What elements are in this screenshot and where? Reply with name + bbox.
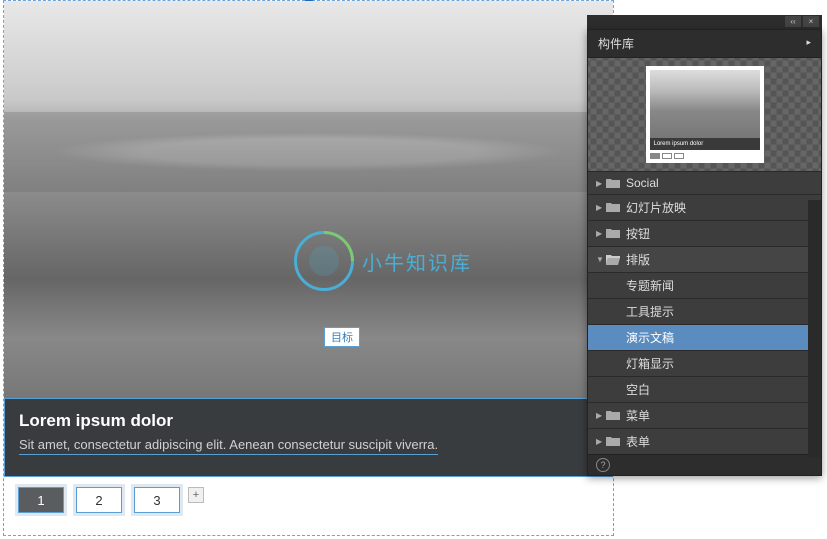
category-form[interactable]: ▶ 表单 (588, 428, 821, 454)
chevron-down-icon: ▼ (596, 255, 606, 264)
chevron-right-icon: ▶ (596, 411, 606, 420)
page-button-1[interactable]: 1 (18, 487, 64, 513)
widget-blank[interactable]: 空白 (588, 376, 821, 402)
widget-label: 灯箱显示 (626, 355, 674, 372)
category-label: 排版 (626, 251, 650, 268)
widget-tooltip[interactable]: 工具提示 (588, 298, 821, 324)
folder-icon (606, 178, 620, 189)
watermark-logo-icon (294, 231, 354, 291)
widget-lightbox[interactable]: 灯箱显示 (588, 350, 821, 376)
widget-label: 工具提示 (626, 303, 674, 320)
category-label: 按钮 (626, 225, 650, 242)
caption-box[interactable]: Lorem ipsum dolor Sit amet, consectetur … (4, 398, 613, 477)
category-social[interactable]: ▶ Social (588, 171, 821, 194)
design-canvas[interactable]: 小牛知识库 目标 Lorem ipsum dolor Sit amet, con… (3, 0, 614, 536)
panel-scrollbar[interactable] (808, 200, 821, 457)
folder-icon (606, 410, 620, 421)
chevron-right-icon: ▶ (596, 203, 606, 212)
chevron-right-icon: ▶ (596, 229, 606, 238)
widget-label: 演示文稿 (626, 329, 674, 346)
widget-preview-card[interactable]: Lorem ipsum dolor (646, 66, 764, 163)
page-button-2[interactable]: 2 (76, 487, 122, 513)
preview-caption: Lorem ipsum dolor (650, 138, 760, 150)
category-tree: ▶ Social ▶ 幻灯片放映 ▶ 按钮 ▼ 排版 专题新闻 工具提示 演示文… (588, 171, 821, 454)
caption-text: Sit amet, consectetur adipiscing elit. A… (19, 437, 438, 455)
category-label: Social (626, 176, 659, 190)
preview-thumbnail (650, 70, 760, 138)
preview-pager (650, 153, 760, 159)
chevron-right-icon: ▶ (596, 179, 606, 188)
category-label: 表单 (626, 433, 650, 450)
folder-icon (606, 436, 620, 447)
category-slideshow[interactable]: ▶ 幻灯片放映 (588, 194, 821, 220)
panel-footer: ? (588, 454, 821, 475)
watermark-text: 小牛知识库 (362, 247, 472, 276)
panel-close-icon[interactable]: × (803, 16, 819, 27)
widget-library-panel: 构件库 Lorem ipsum dolor ▶ Social ▶ 幻灯片放映 ▶… (587, 29, 822, 476)
category-buttons[interactable]: ▶ 按钮 (588, 220, 821, 246)
widget-preview-area: Lorem ipsum dolor (588, 58, 821, 171)
chevron-right-icon: ▶ (596, 437, 606, 446)
widget-label: 空白 (626, 381, 650, 398)
watermark: 小牛知识库 (294, 231, 472, 291)
panel-title[interactable]: 构件库 (588, 30, 821, 58)
slide-image[interactable]: 小牛知识库 目标 (4, 1, 613, 398)
help-icon[interactable]: ? (596, 458, 610, 472)
target-label[interactable]: 目标 (324, 327, 360, 347)
folder-icon (606, 202, 620, 213)
folder-icon (606, 228, 620, 239)
panel-collapse-icon[interactable]: ‹‹ (785, 16, 801, 27)
folder-open-icon (606, 254, 620, 265)
widget-label: 专题新闻 (626, 277, 674, 294)
widget-presentation[interactable]: 演示文稿 (588, 324, 821, 350)
slide-pager: 1 2 3 + (4, 477, 613, 523)
category-label: 幻灯片放映 (626, 199, 686, 216)
caption-title: Lorem ipsum dolor (19, 411, 598, 431)
panel-window-controls: ‹‹ × (587, 15, 822, 29)
widget-feature-news[interactable]: 专题新闻 (588, 272, 821, 298)
add-page-button[interactable]: + (188, 487, 204, 503)
category-layout[interactable]: ▼ 排版 (588, 246, 821, 272)
page-button-3[interactable]: 3 (134, 487, 180, 513)
category-label: 菜单 (626, 407, 650, 424)
category-menu[interactable]: ▶ 菜单 (588, 402, 821, 428)
